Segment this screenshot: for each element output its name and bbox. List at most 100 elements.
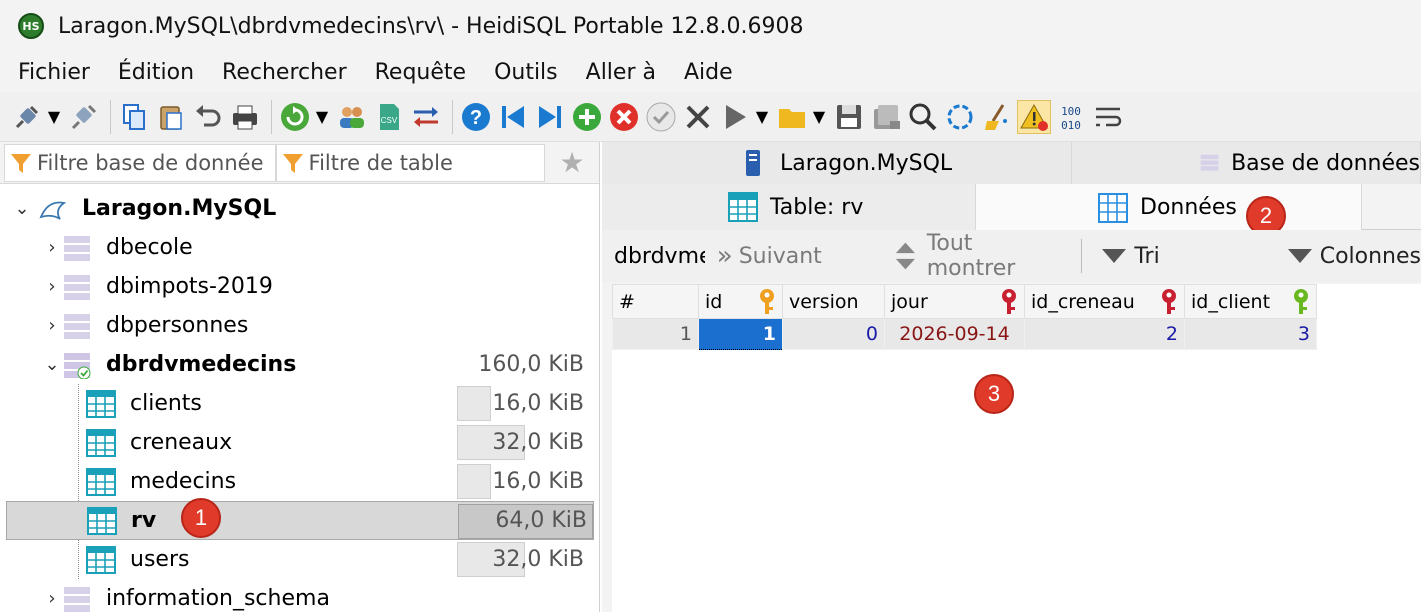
primary-key-icon [760,289,774,314]
users-icon[interactable] [335,100,369,134]
reload-icon[interactable] [943,100,977,134]
refresh-icon[interactable] [278,100,312,134]
database-filter-input[interactable]: Filtre base de donnée [4,143,276,182]
cell-id-creneau[interactable]: 2 [1024,318,1185,350]
cell-jour[interactable]: 2026-09-14 [884,318,1025,350]
sort-button[interactable]: Tri [1100,243,1160,269]
print-icon[interactable] [228,100,262,134]
add-icon[interactable] [570,100,604,134]
current-table-path: dbrdvmedecins [614,243,705,269]
refresh-dropdown-icon[interactable]: ▼ [315,100,329,134]
cell-id-selected[interactable]: 1 [698,318,783,350]
chevron-right-icon[interactable]: › [42,588,62,609]
paste-icon[interactable] [154,100,188,134]
menu-edition[interactable]: Édition [118,60,194,85]
cell-version[interactable]: 0 [782,318,885,350]
tree-table-clients[interactable]: clients 16,0 KiB [0,384,596,423]
svg-text:100: 100 [1061,105,1081,118]
copy-icon[interactable] [117,100,151,134]
tab-donnees-active[interactable]: Données [976,184,1362,231]
connect-dropdown-icon[interactable]: ▼ [47,100,61,134]
data-grid-icon [1098,192,1128,223]
mysql-dolphin-icon [39,201,67,220]
cell-id-client[interactable]: 3 [1184,318,1317,350]
expand-updown-icon [895,242,915,270]
tab-host[interactable]: Laragon.MySQL [602,142,1072,184]
apply-icon[interactable] [644,100,678,134]
chevron-right-icon[interactable]: › [42,237,62,258]
menu-outils[interactable]: Outils [494,60,558,85]
save-icon[interactable] [832,100,866,134]
tree-table-users[interactable]: users 32,0 KiB [0,540,596,579]
tree-root-host[interactable]: ⌄ Laragon.MySQL [0,189,596,228]
funnel-icon [11,153,31,173]
data-table: # id version jour id_creneau id_client 1… [612,284,1317,350]
column-header-version[interactable]: version [782,284,885,319]
tab-database[interactable]: Base de données [1072,142,1421,184]
tree-db-information-schema[interactable]: › information_schema [0,579,596,612]
chevron-down-icon[interactable]: ⌄ [12,198,32,219]
chevron-down-icon[interactable]: ⌄ [42,354,62,375]
columns-button[interactable]: Colonnes [1286,244,1421,269]
tree-db-dbpersonnes[interactable]: › dbpersonnes [0,306,596,345]
foreign-key-icon [1002,289,1016,314]
annotation-badge-3: 3 [974,374,1014,414]
menu-requete[interactable]: Requête [375,60,466,85]
menu-rechercher[interactable]: Rechercher [222,60,347,85]
table-size: 16,0 KiB [492,391,584,416]
open-dropdown-icon[interactable]: ▼ [812,100,826,134]
column-header-rownum[interactable]: # [612,284,699,319]
wrap-icon[interactable] [1091,100,1125,134]
column-header-id-client[interactable]: id_client [1184,284,1317,319]
clean-icon[interactable] [980,100,1014,134]
next-button[interactable]: » Suivant [717,241,822,271]
tree-table-rv-selected[interactable]: rv 64,0 KiB [6,501,594,540]
table-filter-input[interactable]: Filtre de table [275,143,546,182]
csv-export-icon[interactable]: CSV [372,100,406,134]
table-size: 32,0 KiB [492,430,584,455]
tree-db-dbecole[interactable]: › dbecole [0,228,596,267]
binary-icon[interactable]: 100 010 [1054,100,1088,134]
tab-donnees-label: Données [1140,195,1237,220]
disconnect-icon[interactable] [67,100,101,134]
tree-db-dbimpots-2019[interactable]: › dbimpots-2019 [0,267,596,306]
menu-aide[interactable]: Aide [684,60,733,85]
menu-aller-a[interactable]: Aller à [586,60,656,85]
search-icon[interactable] [906,100,940,134]
unique-key-icon [1294,289,1308,314]
tree-db-dbrdvmedecins[interactable]: ⌄ dbrdvmedecins 160,0 KiB [0,345,596,384]
tab-host-label: Laragon.MySQL [780,150,953,176]
warning-icon[interactable] [1017,99,1051,134]
data-grid[interactable]: # id version jour id_creneau id_client 1… [612,284,1421,612]
undo-icon[interactable] [191,100,225,134]
favorites-star-icon[interactable]: ★ [545,144,599,182]
column-header-id-creneau[interactable]: id_creneau [1024,284,1185,319]
chevron-right-icon[interactable]: › [42,276,62,297]
cancel-icon[interactable] [607,100,641,134]
table-icon [86,467,116,496]
column-header-id[interactable]: id [698,284,783,319]
toolbar-separator [110,99,111,134]
help-icon[interactable]: ? [459,100,493,134]
run-dropdown-icon[interactable]: ▼ [755,100,769,134]
cell-rownum: 1 [612,318,699,350]
tree-table-medecins[interactable]: medecins 16,0 KiB [0,462,596,501]
table-row[interactable]: 1 1 0 2026-09-14 2 3 [612,318,1317,350]
column-header-jour[interactable]: jour [884,284,1025,319]
sort-label: Tri [1134,243,1160,269]
last-icon[interactable] [533,100,567,134]
table-header-row: # id version jour id_creneau id_client [612,284,1317,319]
save-all-icon[interactable] [869,100,903,134]
first-icon[interactable] [496,100,530,134]
connect-icon[interactable] [10,100,44,134]
delete-icon[interactable] [681,100,715,134]
open-folder-icon[interactable] [775,100,809,134]
menu-fichier[interactable]: Fichier [18,60,90,85]
tab-table[interactable]: Table: rv [602,184,976,230]
chevron-right-icon[interactable]: › [42,315,62,336]
size-bar [457,386,491,421]
show-all-button[interactable]: Tout montrer [894,231,1062,281]
tree-table-creneaux[interactable]: creneaux 32,0 KiB [0,423,596,462]
run-icon[interactable] [718,100,752,134]
transfer-icon[interactable] [409,100,443,134]
